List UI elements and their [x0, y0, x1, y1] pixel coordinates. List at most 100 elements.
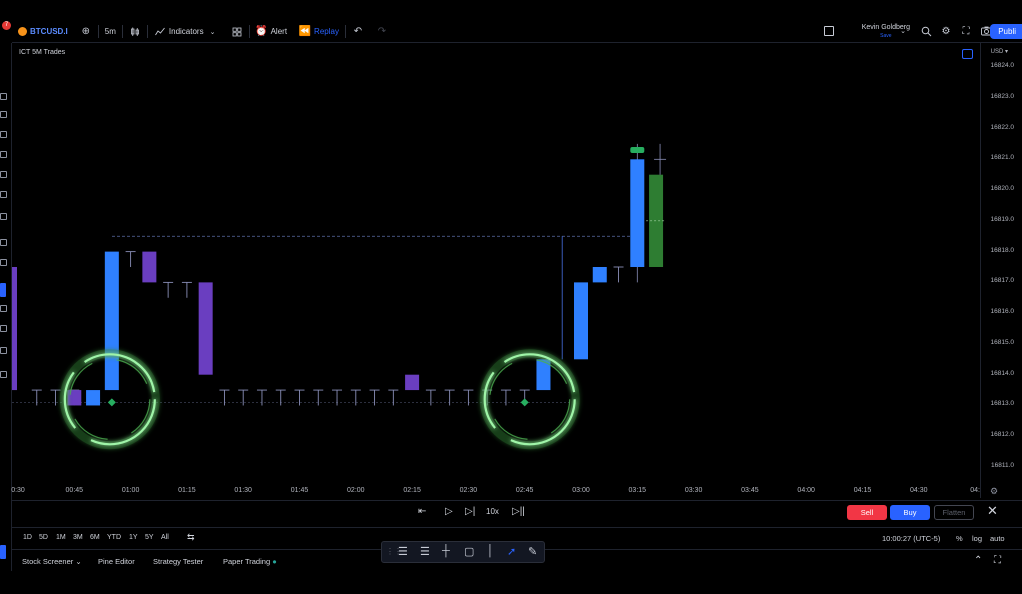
grid-icon	[231, 26, 243, 38]
percent-toggle[interactable]: %	[956, 534, 963, 543]
log-toggle[interactable]: log	[972, 534, 982, 543]
symbol-search[interactable]: BTCUSD.I	[12, 21, 74, 43]
fullscreen-icon[interactable]: ⛶	[960, 25, 972, 37]
time-tick-label: 01:00	[121, 487, 140, 494]
auto-toggle[interactable]: auto	[990, 534, 1005, 543]
price-tick-label: 16814.0	[990, 369, 1015, 377]
close-icon[interactable]: ✕	[987, 503, 998, 519]
maximize-panel-icon[interactable]: ⛶	[994, 555, 1001, 566]
range-3m[interactable]: 3M	[73, 534, 83, 541]
publish-button[interactable]: Publi	[990, 24, 1022, 39]
notification-badge[interactable]: 7	[2, 21, 11, 30]
chart-type-button[interactable]	[123, 21, 147, 43]
checkbox-icon[interactable]	[824, 26, 834, 36]
time-tick-label: 03:45	[741, 487, 759, 494]
clock[interactable]: 10:00:27 (UTC-5)	[882, 534, 940, 543]
status-dot-icon: ●	[272, 557, 277, 566]
time-tick-label: 03:30	[684, 487, 703, 494]
goto-date-icon[interactable]: ⇆	[187, 532, 195, 543]
range-ytd[interactable]: YTD	[107, 534, 121, 541]
price-chart[interactable]	[12, 43, 980, 484]
range-5d[interactable]: 5D	[39, 534, 48, 541]
range-1d[interactable]: 1D	[23, 534, 32, 541]
tab-paper-trading[interactable]: Paper Trading ●	[223, 557, 277, 566]
crosshair-icon[interactable]: ┼	[442, 545, 450, 557]
chevron-down-icon: ⌄	[75, 557, 82, 566]
time-tick-label: 00:45	[65, 487, 84, 494]
price-tick-label: 16823.0	[990, 92, 1015, 100]
alert-button[interactable]: ⏰ Alert	[250, 21, 293, 43]
tab-pine-editor[interactable]: Pine Editor	[98, 557, 135, 566]
price-tick-label: 16819.0	[990, 215, 1015, 223]
search-icon[interactable]	[920, 25, 932, 37]
replay-controls: ⇤ ▷ ▷| 10x ▷|| Sell Buy Flatten ✕	[12, 500, 1022, 525]
right-widget-strip	[1018, 43, 1022, 571]
select-bar-icon[interactable]: ⇤	[418, 506, 426, 517]
tab-stock-screener[interactable]: Stock Screener ⌄	[22, 557, 82, 566]
short-position-icon[interactable]: ☰	[420, 545, 430, 558]
time-axis[interactable]: 0:30 00:45 01:00 01:15 01:30 01:45 02:00 02:15 0…	[11, 484, 980, 498]
range-1m[interactable]: 1M	[56, 534, 66, 541]
tab-strategy-tester[interactable]: Strategy Tester	[153, 557, 203, 566]
text-tool-icon[interactable]	[0, 213, 7, 220]
buy-button[interactable]: Buy	[890, 505, 930, 520]
long-position-icon[interactable]: ☰	[398, 545, 408, 558]
favorites-tool-icon[interactable]	[0, 371, 7, 378]
price-tick-label: 16811.0	[990, 462, 1014, 469]
drawing-toolbar	[0, 43, 12, 571]
range-all[interactable]: All	[161, 534, 169, 541]
pattern-tool-icon[interactable]	[0, 171, 7, 178]
price-axis[interactable]: USD ▾ 16824.0 16823.0 16822.0 16821.0 16820.…	[980, 43, 1018, 498]
zoom-tool-icon[interactable]	[0, 259, 7, 266]
axis-settings-icon[interactable]: ⚙	[990, 486, 998, 497]
cursor-icon[interactable]: ➚	[507, 545, 516, 558]
indicators-button[interactable]: Indicators ⌄	[148, 21, 225, 43]
time-tick-label: 02:45	[515, 487, 534, 494]
undo-button[interactable]: ↶	[346, 21, 370, 43]
collapse-panel-icon[interactable]: ⌃	[974, 555, 982, 566]
chevron-down-icon: ⌄	[209, 28, 216, 36]
fib-tool-icon[interactable]	[0, 131, 7, 138]
magnet-tool-icon[interactable]	[0, 283, 6, 297]
remove-tool-icon[interactable]	[0, 347, 7, 354]
time-tick-label: 02:00	[347, 487, 365, 494]
gear-icon[interactable]: ⚙	[940, 25, 952, 37]
interval-button[interactable]: 5m	[99, 21, 122, 43]
hide-tool-icon[interactable]	[0, 325, 7, 332]
price-tick-label: 16817.0	[990, 277, 1015, 285]
panel-toggle-icon[interactable]	[0, 545, 6, 559]
prediction-tool-icon[interactable]	[0, 191, 7, 198]
jump-to-realtime-icon[interactable]: ▷||	[512, 506, 525, 517]
time-tick-label: 0:30	[11, 487, 25, 494]
chart-pane[interactable]	[12, 43, 980, 498]
entry-diamond	[107, 398, 116, 407]
vertical-line-icon[interactable]: │	[487, 545, 494, 557]
entry-diamond	[520, 398, 529, 407]
time-tick-label: 04:15	[853, 487, 872, 494]
candle-body	[12, 267, 17, 391]
range-5y[interactable]: 5Y	[145, 534, 154, 541]
crosshair-tool-icon[interactable]	[0, 93, 7, 100]
replay-button[interactable]: ⏪ Replay	[293, 21, 345, 43]
step-forward-icon[interactable]: ▷|	[465, 506, 475, 517]
measure-tool-icon[interactable]	[0, 239, 7, 246]
time-tick-label: 03:15	[628, 487, 647, 494]
trendline-tool-icon[interactable]	[0, 111, 7, 118]
sell-button[interactable]: Sell	[847, 505, 887, 520]
redo-button[interactable]: ↷	[370, 21, 394, 43]
currency-label[interactable]: USD ▾	[991, 48, 1008, 55]
pen-icon[interactable]: ✎	[528, 545, 537, 558]
candles-icon	[129, 26, 141, 38]
chevron-down-icon[interactable]: ⌄	[897, 25, 909, 37]
play-icon[interactable]: ▷	[445, 506, 453, 517]
lock-tool-icon[interactable]	[0, 305, 7, 312]
object-tree-button[interactable]	[962, 49, 973, 59]
compare-button[interactable]: ⊕	[74, 21, 98, 43]
range-6m[interactable]: 6M	[90, 534, 100, 541]
range-1y[interactable]: 1Y	[129, 534, 138, 541]
replay-speed[interactable]: 10x	[486, 507, 499, 516]
layouts-button[interactable]	[225, 21, 249, 43]
brush-tool-icon[interactable]	[0, 151, 7, 158]
flatten-button[interactable]: Flatten	[934, 505, 974, 520]
rectangle-icon[interactable]: ▢	[464, 545, 474, 558]
